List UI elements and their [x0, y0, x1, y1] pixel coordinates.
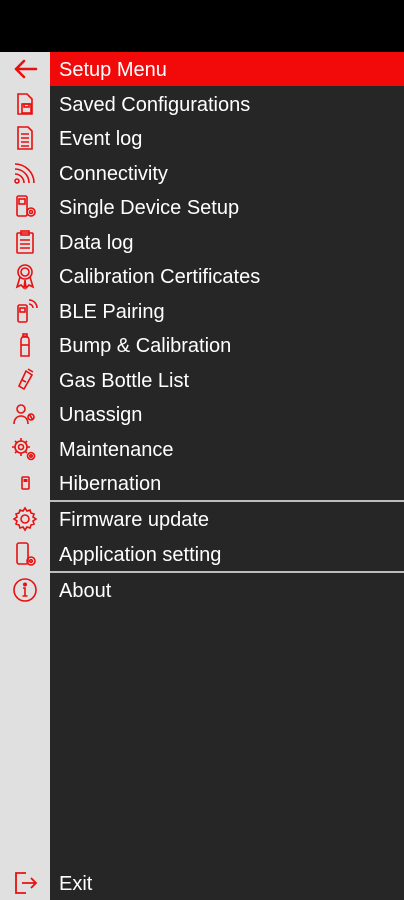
menu-item-label: About — [59, 579, 112, 602]
menu-item-saved-configurations[interactable]: Saved Configurations — [0, 87, 404, 121]
menu-item-maintenance[interactable]: Maintenance — [0, 432, 404, 466]
menu-item-label: Saved Configurations — [59, 93, 251, 116]
menu-item-label: BLE Pairing — [59, 300, 165, 323]
menu-item-connectivity[interactable]: Connectivity — [0, 156, 404, 190]
device-settings-icon — [8, 193, 42, 221]
menu-item-label: Bump & Calibration — [59, 335, 232, 357]
clipboard-icon — [8, 228, 42, 256]
small-device-icon — [8, 469, 42, 497]
menu-item-single-device-setup[interactable]: Single Device Setup — [0, 190, 404, 224]
menu-item-hibernation[interactable]: Hibernation — [0, 466, 404, 500]
menu-item-bump-calibration[interactable]: Bump & Calibration — [0, 328, 404, 362]
menu-item-ble-pairing[interactable]: BLE Pairing — [0, 294, 404, 328]
menu-item-label: Unassign — [59, 404, 143, 426]
menu-item-label: Connectivity — [59, 162, 168, 185]
bluetooth-device-icon — [8, 297, 42, 325]
menu-item-label: Gas Bottle List — [59, 369, 190, 392]
setup-menu-drawer: Setup Menu Saved Configurations Event lo… — [0, 52, 404, 900]
menu-item-about[interactable]: About — [0, 573, 404, 607]
menu-item-event-log[interactable]: Event log — [0, 121, 404, 155]
exit-door-icon — [8, 869, 42, 897]
wireless-signal-icon — [8, 159, 42, 187]
menu-item-data-log[interactable]: Data log — [0, 225, 404, 259]
save-device-icon — [8, 90, 42, 118]
menu-item-calibration-certificates[interactable]: Calibration Certificates — [0, 259, 404, 293]
menu-item-label: Firmware update — [59, 509, 210, 531]
menu-item-label: Application setting — [59, 543, 222, 566]
menu-item-label: Exit — [59, 873, 93, 895]
menu-header: Setup Menu — [0, 52, 404, 86]
document-list-icon — [8, 124, 42, 152]
menu-item-firmware-update[interactable]: Firmware update — [0, 502, 404, 536]
menu-item-label: Event log — [59, 128, 143, 150]
status-bar — [0, 0, 404, 52]
menu-item-gas-bottle-list[interactable]: Gas Bottle List — [0, 363, 404, 397]
info-icon — [8, 576, 42, 604]
menu-title: Setup Menu — [59, 59, 167, 81]
gas-bottle-icon — [8, 366, 42, 394]
gas-cylinder-icon — [8, 331, 42, 359]
certificate-ribbon-icon — [8, 262, 42, 290]
menu-item-application-setting[interactable]: Application setting — [0, 537, 404, 571]
menu-item-label: Single Device Setup — [59, 197, 240, 219]
menu-item-label: Data log — [59, 231, 134, 254]
gear-icon — [8, 505, 42, 533]
menu-item-label: Maintenance — [59, 438, 174, 461]
phone-settings-icon — [8, 540, 42, 568]
menu-item-exit[interactable]: Exit — [0, 866, 404, 900]
user-remove-icon — [8, 400, 42, 428]
menu-item-label: Calibration Certificates — [59, 266, 261, 288]
menu-item-label: Hibernation — [59, 473, 162, 495]
arrow-left-icon[interactable] — [8, 55, 42, 83]
app-screen: Setup Menu Saved Configurations Event lo… — [0, 0, 404, 900]
gears-icon — [8, 435, 42, 463]
menu-item-unassign[interactable]: Unassign — [0, 397, 404, 431]
